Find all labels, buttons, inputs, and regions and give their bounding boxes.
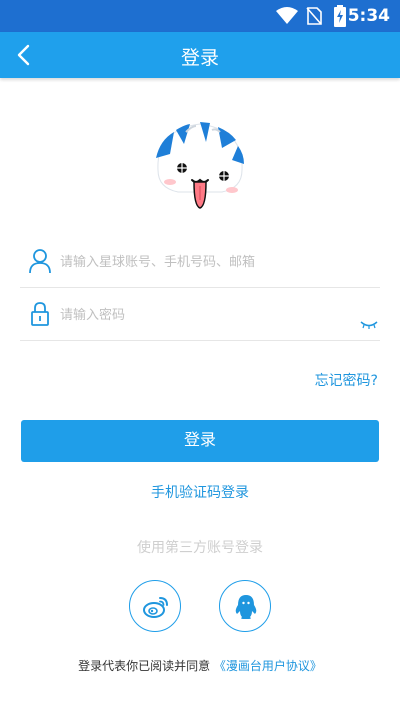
user-agreement-link[interactable]: 《漫画台用户协议》	[214, 659, 322, 673]
agreement-prefix: 登录代表你已阅读并同意	[78, 659, 211, 673]
user-icon	[28, 248, 52, 274]
account-field	[20, 236, 380, 288]
status-time: 5:34	[347, 6, 390, 26]
sms-login-link[interactable]: 手机验证码登录	[0, 482, 400, 502]
eye-closed-icon[interactable]	[360, 315, 378, 329]
third-party-label: 使用第三方账号登录	[137, 540, 263, 556]
password-field	[20, 289, 380, 341]
password-input[interactable]	[60, 303, 350, 327]
weibo-icon	[143, 597, 168, 618]
lock-icon	[28, 301, 52, 327]
qq-login-button[interactable]	[219, 580, 271, 632]
mascot-logo	[148, 118, 252, 218]
app-bar: 登录	[0, 32, 400, 78]
forgot-password-link[interactable]: 忘记密码?	[315, 370, 378, 390]
battery-charging-icon	[334, 5, 346, 31]
qq-icon	[235, 595, 257, 619]
no-sim-icon	[306, 7, 322, 29]
wifi-icon	[276, 7, 298, 29]
status-bar: 5:34	[0, 0, 400, 32]
agreement-text: 登录代表你已阅读并同意 《漫画台用户协议》	[0, 657, 400, 674]
weibo-login-button[interactable]	[129, 580, 181, 632]
account-input[interactable]	[60, 250, 350, 274]
login-button[interactable]: 登录	[21, 420, 379, 462]
page-title: 登录	[180, 47, 219, 69]
